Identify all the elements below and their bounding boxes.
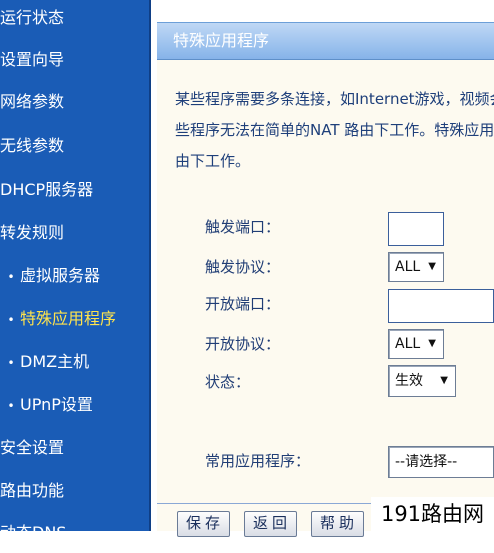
bullet-icon: • bbox=[7, 270, 15, 284]
sidebar-item-network[interactable]: 网络参数 bbox=[0, 82, 151, 122]
sidebar-item-wireless[interactable]: 无线参数 bbox=[0, 126, 151, 166]
trigger-protocol-value: ALL bbox=[395, 259, 421, 275]
trigger-port-input[interactable] bbox=[388, 212, 444, 246]
sidebar-item-label: 特殊应用程序 bbox=[20, 309, 117, 328]
status-label: 状态： bbox=[205, 373, 251, 391]
sidebar-item-label: 安全设置 bbox=[0, 438, 65, 457]
sidebar-item-label: 转发规则 bbox=[0, 223, 65, 242]
sidebar-item-label: 无线参数 bbox=[0, 136, 65, 155]
sidebar-item-virtual-server[interactable]: • 虚拟服务器 bbox=[0, 256, 153, 296]
open-protocol-value: ALL bbox=[395, 336, 421, 352]
open-port-label: 开放端口： bbox=[205, 295, 281, 313]
trigger-protocol-select[interactable]: ALL ▼ bbox=[388, 252, 444, 282]
page-description: 某些程序需要多条连接，如Internet游戏，视频会 些程序无法在简单的NAT … bbox=[175, 84, 494, 188]
description-line: 由下工作。 bbox=[175, 152, 251, 170]
sidebar-item-ddns[interactable]: 动态DNS bbox=[0, 513, 151, 553]
chevron-down-icon: ▼ bbox=[428, 338, 436, 349]
sidebar-item-label: 网络参数 bbox=[0, 92, 65, 111]
open-protocol-label: 开放协议： bbox=[205, 335, 281, 353]
sidebar-item-dmz[interactable]: • DMZ主机 bbox=[0, 342, 153, 382]
bullet-icon: • bbox=[7, 356, 15, 370]
sidebar-item-label: DMZ主机 bbox=[20, 352, 90, 371]
back-button[interactable]: 返回 bbox=[244, 511, 297, 537]
sidebar-item-label: DHCP服务器 bbox=[0, 180, 94, 199]
common-apps-label: 常用应用程序： bbox=[205, 452, 311, 470]
watermark: 191路由网 bbox=[371, 497, 494, 531]
sidebar-item-routing[interactable]: 路由功能 bbox=[0, 471, 151, 511]
trigger-protocol-label: 触发协议： bbox=[205, 258, 281, 276]
chevron-down-icon: ▼ bbox=[440, 375, 448, 386]
sidebar-item-label: 虚拟服务器 bbox=[20, 266, 101, 285]
common-apps-select[interactable]: --请选择-- bbox=[388, 446, 494, 478]
chevron-down-icon: ▼ bbox=[428, 261, 436, 272]
status-select[interactable]: 生效 ▼ bbox=[388, 365, 456, 397]
sidebar-item-dhcp[interactable]: DHCP服务器 bbox=[0, 170, 151, 210]
trigger-port-label: 触发端口： bbox=[205, 218, 281, 236]
common-apps-value: --请选择-- bbox=[395, 454, 458, 470]
sidebar-item-label: UPnP设置 bbox=[20, 395, 93, 414]
sidebar-item-special-app[interactable]: • 特殊应用程序 bbox=[0, 299, 153, 339]
bullet-icon: • bbox=[7, 313, 15, 327]
sidebar-item-forwarding[interactable]: 转发规则 bbox=[0, 213, 151, 253]
open-protocol-select[interactable]: ALL ▼ bbox=[388, 329, 444, 359]
title-bar: 特殊应用程序 bbox=[157, 22, 494, 60]
sidebar-item-security[interactable]: 安全设置 bbox=[0, 428, 151, 468]
status-value: 生效 bbox=[395, 373, 423, 389]
top-strip bbox=[157, 0, 494, 22]
main-panel: 特殊应用程序 某些程序需要多条连接，如Internet游戏，视频会 些程序无法在… bbox=[157, 0, 494, 537]
sidebar-item-setup-wizard[interactable]: 设置向导 bbox=[0, 40, 151, 80]
sidebar-item-label: 设置向导 bbox=[0, 50, 65, 69]
sidebar-nav: 运行状态 设置向导 网络参数 无线参数 DHCP服务器 转发规则 • 虚拟服务器 … bbox=[0, 0, 153, 542]
help-button[interactable]: 帮助 bbox=[311, 511, 364, 537]
bullet-icon: • bbox=[7, 399, 15, 413]
description-line: 些程序无法在简单的NAT 路由下工作。特殊应用程 bbox=[175, 121, 494, 139]
page-title: 特殊应用程序 bbox=[173, 31, 270, 50]
sidebar-item-label: 路由功能 bbox=[0, 481, 65, 500]
sidebar-item-upnp[interactable]: • UPnP设置 bbox=[0, 385, 153, 425]
sidebar-item-label: 动态DNS bbox=[0, 523, 67, 542]
open-port-input[interactable] bbox=[388, 289, 494, 323]
sidebar-item-label: 运行状态 bbox=[0, 8, 65, 27]
description-line: 某些程序需要多条连接，如Internet游戏，视频会 bbox=[175, 90, 494, 108]
save-button[interactable]: 保存 bbox=[177, 511, 230, 537]
sidebar-item-status[interactable]: 运行状态 bbox=[0, 0, 151, 38]
